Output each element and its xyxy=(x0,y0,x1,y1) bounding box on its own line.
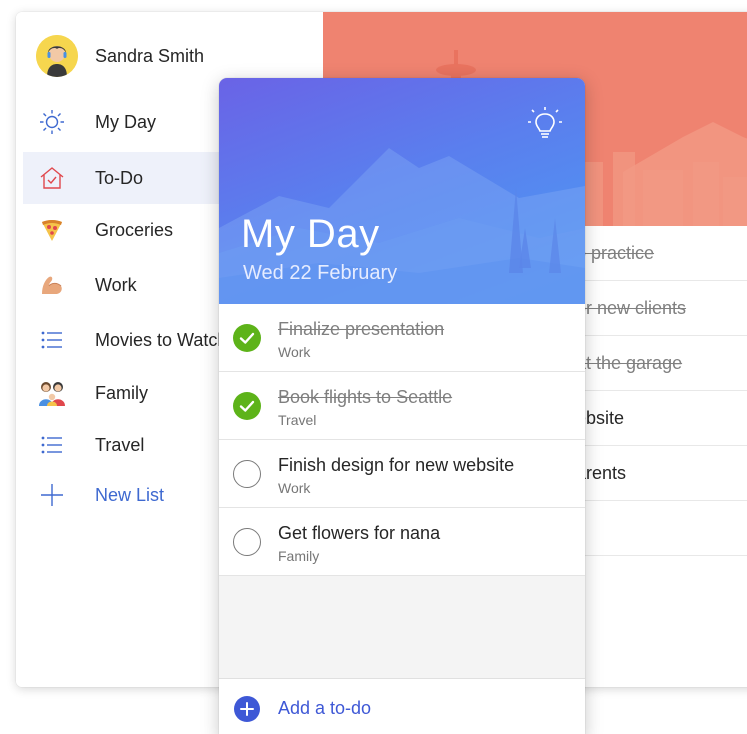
pizza-icon xyxy=(37,215,67,245)
completed-check-icon[interactable] xyxy=(233,392,261,420)
avatar[interactable] xyxy=(36,35,78,77)
plus-icon xyxy=(37,480,67,510)
task-list-name: Travel xyxy=(278,412,317,428)
sun-icon xyxy=(37,107,67,137)
my-day-header: My Day Wed 22 February xyxy=(219,78,585,304)
family-icon xyxy=(37,378,67,408)
my-day-card: My Day Wed 22 February Finalize presenta… xyxy=(219,78,585,734)
sidebar-item-label: Work xyxy=(95,274,137,295)
sidebar-item-label: Movies to Watch xyxy=(95,329,228,350)
task-title: Get flowers for nana xyxy=(278,523,441,543)
home-check-icon xyxy=(37,163,67,193)
task-list-name: Family xyxy=(278,548,320,564)
empty-circle-icon[interactable] xyxy=(233,460,261,488)
add-plus-icon xyxy=(234,696,260,722)
task-list: Finalize presentation Work Book flights … xyxy=(219,304,585,576)
task-item[interactable]: Get flowers for nana Family xyxy=(219,508,585,576)
sidebar-item-label: Groceries xyxy=(95,219,174,240)
task-list-name: Work xyxy=(278,480,311,496)
task-title: Finalize presentation xyxy=(278,319,445,339)
page-title: My Day xyxy=(241,212,380,256)
sidebar-item-label: Family xyxy=(95,382,148,403)
suggestions-lightbulb-icon[interactable] xyxy=(525,104,565,144)
task-title: Book flights to Seattle xyxy=(278,387,453,407)
list-icon xyxy=(37,430,67,460)
date-label: Wed 22 February xyxy=(243,262,398,284)
task-item[interactable]: Book flights to Seattle Travel xyxy=(219,372,585,440)
flexed-biceps-icon xyxy=(37,270,67,300)
sidebar-item-label: To-Do xyxy=(95,167,144,188)
add-todo-label: Add a to-do xyxy=(278,698,372,718)
user-name: Sandra Smith xyxy=(95,45,205,66)
list-icon xyxy=(37,325,67,355)
task-item[interactable]: Finish design for new website Work xyxy=(219,440,585,508)
user-profile[interactable]: Sandra Smith xyxy=(16,32,323,80)
task-title: Finish design for new website xyxy=(278,455,515,475)
sidebar-item-label: Travel xyxy=(95,434,145,455)
sidebar-item-label: My Day xyxy=(95,111,157,132)
empty-circle-icon[interactable] xyxy=(233,528,261,556)
completed-check-icon[interactable] xyxy=(233,324,261,352)
task-list-name: Work xyxy=(278,344,311,360)
new-list-label: New List xyxy=(95,484,165,505)
task-item[interactable]: Finalize presentation Work xyxy=(219,304,585,372)
add-todo-button[interactable]: Add a to-do xyxy=(219,678,585,734)
